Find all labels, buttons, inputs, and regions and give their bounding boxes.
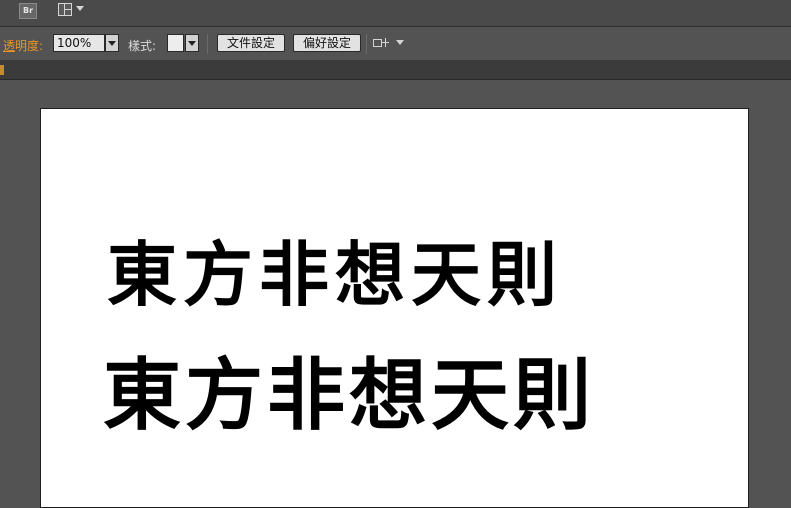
toolbar-divider: [207, 34, 208, 54]
opacity-label-text: 明度:: [15, 39, 44, 53]
chevron-down-icon: [188, 41, 196, 46]
opacity-label[interactable]: 透明度:: [3, 37, 43, 54]
tab-accent: [0, 65, 4, 75]
bridge-icon[interactable]: Br: [19, 3, 37, 19]
arrange-icon[interactable]: [373, 37, 389, 51]
opacity-dropdown-button[interactable]: [105, 34, 119, 52]
preferences-button[interactable]: 偏好設定: [293, 34, 361, 52]
artwork-text-line-1[interactable]: 東方非想天則: [107, 219, 563, 320]
document-tab-strip: [0, 61, 791, 80]
chevron-down-icon: [76, 6, 84, 11]
opacity-input[interactable]: 100%: [53, 34, 105, 52]
arrange-documents-icon: [58, 3, 72, 16]
artboard[interactable]: 東方非想天則 東方非想天則: [40, 108, 749, 508]
style-swatch[interactable]: [167, 34, 184, 52]
arrange-documents-button[interactable]: [58, 2, 88, 20]
opacity-label-hotkey: 透: [3, 39, 16, 53]
artwork-text-line-2[interactable]: 東方非想天則: [103, 333, 595, 445]
chevron-down-icon: [108, 41, 116, 46]
document-setup-button[interactable]: 文件設定: [217, 34, 285, 52]
style-dropdown-button[interactable]: [185, 34, 199, 52]
style-label: 樣式:: [128, 39, 157, 53]
control-panel: 透明度: 100% 樣式: 文件設定 偏好設定: [0, 27, 791, 61]
chevron-down-icon[interactable]: [396, 40, 404, 45]
application-bar: Br: [0, 0, 791, 27]
toolbar-divider: [366, 34, 367, 54]
opacity-value: 100%: [57, 36, 92, 50]
